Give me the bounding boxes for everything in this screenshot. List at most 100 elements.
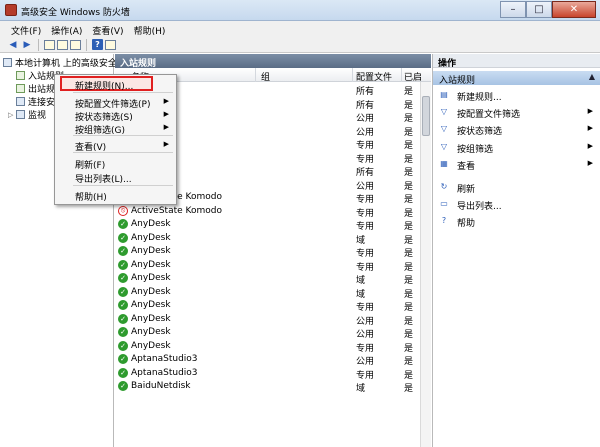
table-row[interactable]: ✓ AnyDesk 专用是 — [115, 217, 415, 232]
allow-rule-icon: ✓ — [118, 286, 128, 297]
export-list-icon[interactable] — [70, 39, 81, 50]
cell-name: AptanaStudio3 — [131, 354, 198, 364]
action-item[interactable]: ▽ 按状态筛选 ▶ — [433, 122, 600, 138]
toolbar-separator — [38, 38, 39, 51]
action-label: 按配置文件筛选 — [457, 110, 521, 121]
submenu-arrow-icon: ▶ — [587, 107, 593, 116]
show-tree-icon[interactable] — [57, 39, 68, 50]
table-row[interactable]: ⦸ ActiveState Komodo 专用是 — [115, 204, 415, 219]
column-divider — [352, 68, 353, 82]
actions-section-label: 入站规则 — [439, 76, 476, 86]
submenu-arrow-icon: ▶ — [587, 141, 593, 150]
submenu-arrow-icon: ▶ — [163, 110, 169, 118]
context-menu-item[interactable]: 导出列表(L)... — [55, 170, 176, 185]
context-menu-item[interactable]: 帮助(H) — [55, 188, 176, 203]
collapse-up-icon[interactable]: ▲ — [589, 72, 595, 81]
column-divider — [401, 68, 402, 82]
menu-bar: 文件(F) 操作(A) 查看(V) 帮助(H) — [0, 21, 600, 37]
table-row[interactable]: ✓ AptanaStudio3 专用是 — [115, 366, 415, 381]
allow-rule-icon: ✓ — [118, 219, 128, 229]
actions-section-inbound[interactable]: 入站规则 ▲ — [433, 71, 600, 86]
minimize-button[interactable]: – — [500, 1, 526, 18]
table-row[interactable]: ✓ AptanaStudio3 公用是 — [115, 352, 415, 367]
table-row[interactable]: ✓ AnyDesk 专用是 — [115, 244, 415, 259]
action-label: 新建规则... — [457, 93, 502, 103]
cell-name: AnyDesk — [131, 300, 171, 310]
submenu-arrow-icon: ▶ — [587, 158, 593, 167]
table-row[interactable]: ✓ AnyDesk 域是 — [115, 285, 415, 300]
allow-rule-icon: ✓ — [118, 259, 128, 270]
expand-arrow-icon[interactable]: ▷ — [8, 111, 16, 119]
cell-enabled: 是 — [404, 384, 414, 394]
firewall-app-icon — [5, 4, 17, 16]
scrollbar-thumb[interactable] — [422, 96, 430, 136]
refresh-icon: ↻ — [440, 182, 448, 191]
table-row[interactable]: ✓ AnyDesk 专用是 — [115, 258, 415, 273]
help-icon[interactable]: ? — [92, 39, 103, 50]
table-row[interactable]: ✓ AnyDesk 专用是 — [115, 339, 415, 354]
context-menu-item[interactable]: 按状态筛选(S) ▶ — [55, 108, 176, 123]
cell-profile: 域 — [356, 384, 366, 394]
block-rule-icon: ⦸ — [118, 205, 128, 216]
menu-view[interactable]: 查看(V) — [87, 21, 128, 37]
back-arrow-icon[interactable]: ◀ — [7, 39, 19, 51]
inbound-rules-icon — [16, 71, 25, 80]
maximize-button[interactable]: □ — [526, 1, 552, 18]
cell-name: AnyDesk — [131, 286, 171, 297]
action-item[interactable]: ▽ 按组筛选 ▶ — [433, 140, 600, 155]
action-label: 按状态筛选 — [457, 127, 503, 138]
action-item[interactable]: ▭ 导出列表... — [433, 197, 600, 212]
cell-name: ActiveState Komodo — [131, 205, 222, 216]
tree-item-monitoring[interactable]: ▷ 监视 — [8, 108, 46, 121]
table-row[interactable]: ✓ AnyDesk 域是 — [115, 271, 415, 286]
help-icon: ? — [441, 216, 447, 226]
monitor-icon — [16, 110, 25, 119]
allow-rule-icon: ✓ — [118, 273, 128, 283]
table-row[interactable]: ✓ AnyDesk 公用是 — [115, 312, 415, 327]
context-menu-item[interactable]: 按组筛选(G) ▶ — [55, 121, 176, 136]
export-icon: ▭ — [440, 199, 448, 209]
actions-header: 操作 — [433, 54, 600, 69]
cell-name: AnyDesk — [131, 219, 171, 229]
context-menu-label: 帮助(H) — [75, 193, 107, 203]
up-folder-icon[interactable] — [44, 39, 55, 50]
menu-help[interactable]: 帮助(H) — [129, 21, 171, 37]
context-menu-label: 按组筛选(G) — [75, 126, 125, 136]
action-item[interactable]: ▽ 按配置文件筛选 ▶ — [433, 105, 600, 121]
toolbar-separator — [86, 38, 87, 51]
window-title: 高级安全 Windows 防火墙 — [21, 8, 130, 18]
allow-rule-icon: ✓ — [118, 246, 128, 256]
action-pane-icon[interactable] — [105, 39, 116, 50]
vertical-scrollbar[interactable] — [420, 82, 431, 447]
cell-name: AnyDesk — [131, 259, 171, 270]
submenu-arrow-icon: ▶ — [163, 97, 169, 105]
menu-file[interactable]: 文件(F) — [6, 21, 46, 37]
table-row[interactable]: ✓ AnyDesk 公用是 — [115, 325, 415, 340]
action-item[interactable]: ▤ 新建规则... — [433, 88, 600, 103]
title-bar: 高级安全 Windows 防火墙 – □ ✕ — [0, 0, 600, 21]
action-label: 帮助 — [457, 219, 476, 230]
menu-action[interactable]: 操作(A) — [46, 21, 87, 37]
window-controls: – □ ✕ — [500, 1, 596, 19]
allow-rule-icon: ✓ — [118, 300, 128, 310]
table-row[interactable]: ✓ AnyDesk 专用是 — [115, 298, 415, 313]
table-row[interactable]: ✓ AnyDesk 域是 — [115, 231, 415, 246]
table-row[interactable]: ✓ BaiduNetdisk 域 是 — [115, 379, 415, 394]
allow-rule-icon: ✓ — [118, 327, 128, 337]
action-item[interactable]: ▦ 查看 ▶ — [433, 157, 600, 172]
context-menu-label: 新建规则(N)... — [75, 82, 134, 92]
cell-name: AnyDesk — [131, 340, 171, 351]
context-menu-item[interactable]: 查看(V) ▶ — [55, 138, 176, 153]
context-menu-item[interactable]: 按配置文件筛选(P) ▶ — [55, 95, 176, 110]
context-menu-item[interactable]: 新建规则(N)... — [55, 77, 176, 92]
action-item[interactable]: ↻ 刷新 — [433, 180, 600, 195]
forward-arrow-icon[interactable]: ▶ — [21, 39, 33, 51]
tree-root[interactable]: 本地计算机 上的高级安全 — [3, 56, 117, 69]
context-menu-label: 查看(V) — [75, 143, 107, 153]
filter-icon: ▽ — [440, 107, 448, 117]
cell-name: BaiduNetdisk — [131, 381, 191, 391]
action-item[interactable]: ? 帮助 — [433, 214, 600, 230]
close-button[interactable]: ✕ — [552, 1, 596, 18]
cell-name: AptanaStudio3 — [131, 367, 198, 378]
context-menu-item[interactable]: 刷新(F) — [55, 156, 176, 171]
